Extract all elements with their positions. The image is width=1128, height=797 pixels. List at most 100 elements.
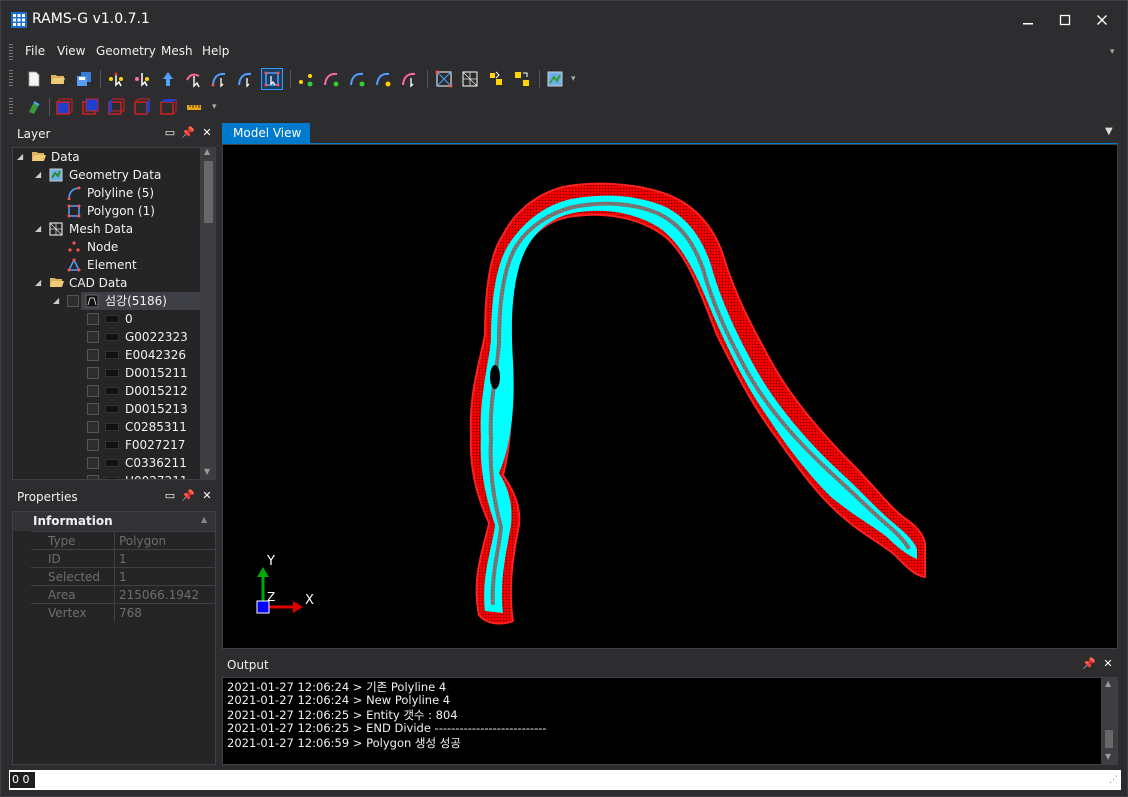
output-log[interactable]: 2021-01-27 12:06:24 > 기존 Polyline 4 2021-… (222, 677, 1118, 765)
river-mesh-drawing[interactable]: Y X Z (223, 145, 1117, 648)
layer-checkbox[interactable] (67, 295, 79, 307)
toolbar-grip[interactable] (9, 70, 13, 88)
close-button[interactable] (1087, 9, 1117, 31)
layer-checkbox[interactable] (87, 439, 99, 451)
layer-checkbox[interactable] (87, 367, 99, 379)
tree-item[interactable]: D0015211 (13, 364, 200, 382)
scroll-up-icon[interactable]: ▲ (204, 147, 210, 156)
tree-item[interactable]: E0042326 (13, 346, 200, 364)
tree-item[interactable]: ◢ CAD Data (13, 274, 200, 292)
mesh-grid-button[interactable] (459, 68, 481, 90)
layer-tree[interactable]: ◢ Data ◢ Geometry Data Polyline (5) Polygon (… (12, 147, 201, 480)
tree-item[interactable]: Node (13, 238, 200, 256)
tree-item[interactable]: C0285311 (13, 418, 200, 436)
scroll-down-icon[interactable]: ▼ (204, 467, 210, 476)
save-button[interactable] (73, 68, 95, 90)
pin-icon[interactable]: 📌 (1082, 657, 1096, 671)
property-category[interactable]: Information ▲ (13, 512, 215, 531)
expand-toggle-icon[interactable]: ◢ (53, 292, 59, 310)
scroll-down-icon[interactable]: ▼ (1105, 752, 1111, 761)
tree-item[interactable]: G0022323 (13, 328, 200, 346)
tree-item[interactable]: ◢ 섬강(5186) (13, 292, 200, 310)
model-view-canvas[interactable]: Y X Z (222, 144, 1118, 649)
tab-model-view[interactable]: Model View (222, 123, 310, 144)
property-row[interactable]: Vertex 768 (31, 603, 215, 622)
tree-item[interactable]: Element (13, 256, 200, 274)
new-file-button[interactable] (23, 68, 45, 90)
view-top-button[interactable] (157, 96, 179, 118)
collapse-icon[interactable]: ▲ (201, 515, 207, 524)
menu-geometry[interactable]: Geometry (96, 44, 156, 58)
tree-item[interactable]: H0027211 (13, 472, 200, 479)
edit-point-button[interactable] (183, 68, 205, 90)
expand-toggle-icon[interactable]: ◢ (17, 148, 23, 166)
layer-checkbox[interactable] (87, 457, 99, 469)
pin-icon[interactable]: 📌 (181, 126, 195, 140)
expand-toggle-icon[interactable]: ◢ (35, 166, 41, 184)
minimize-button[interactable] (1013, 9, 1043, 31)
property-row[interactable]: ID 1 (31, 549, 215, 568)
menu-file[interactable]: File (25, 44, 45, 58)
layer-checkbox[interactable] (87, 385, 99, 397)
toolbar-grip[interactable] (9, 98, 13, 116)
view-back-button[interactable] (79, 96, 101, 118)
menu-grip[interactable] (9, 44, 13, 60)
float-panel-icon[interactable]: ▭ (163, 126, 177, 140)
property-row[interactable]: Selected 1 (31, 567, 215, 586)
polyline-add-button[interactable] (321, 68, 343, 90)
layer-checkbox[interactable] (87, 349, 99, 361)
tree-item[interactable]: ◢ Geometry Data (13, 166, 200, 184)
select-node-button[interactable] (131, 68, 153, 90)
measure-button[interactable] (183, 96, 205, 118)
scroll-up-icon[interactable]: ▲ (1105, 679, 1111, 688)
layer-scroll-thumb[interactable] (204, 161, 213, 223)
resize-grip-icon[interactable]: ⋰ (1109, 775, 1118, 785)
close-panel-icon[interactable]: ✕ (200, 126, 214, 140)
open-folder-button[interactable] (47, 68, 69, 90)
tab-dropdown-icon[interactable]: ▼ (1105, 126, 1113, 137)
output-scrollbar[interactable]: ▲ ▼ (1101, 678, 1117, 764)
close-panel-icon[interactable]: ✕ (1101, 657, 1115, 671)
close-panel-icon[interactable]: ✕ (200, 489, 214, 503)
expand-toggle-icon[interactable]: ◢ (35, 220, 41, 238)
tree-item[interactable]: F0027217 (13, 436, 200, 454)
layer-checkbox[interactable] (87, 421, 99, 433)
menu-help[interactable]: Help (202, 44, 229, 58)
refresh-button[interactable] (23, 96, 45, 118)
node-renumber-button[interactable] (485, 68, 507, 90)
menu-mesh[interactable]: Mesh (161, 44, 193, 58)
element-renumber-button[interactable] (511, 68, 533, 90)
tree-item[interactable]: D0015212 (13, 382, 200, 400)
tree-item[interactable]: Polygon (1) (13, 202, 200, 220)
select-point-button[interactable] (105, 68, 127, 90)
menu-overflow-icon[interactable]: ▾ (1110, 47, 1115, 57)
title-bar[interactable]: RAMS-G v1.0.7.1 (1, 1, 1127, 39)
maximize-button[interactable] (1050, 9, 1080, 31)
select-arrow-button[interactable] (157, 68, 179, 90)
output-scroll-thumb[interactable] (1105, 730, 1113, 748)
property-row[interactable]: Type Polygon (31, 531, 215, 550)
layer-checkbox[interactable] (87, 403, 99, 415)
tree-item[interactable]: D0015213 (13, 400, 200, 418)
layer-checkbox[interactable] (87, 313, 99, 325)
tree-item[interactable]: Polyline (5) (13, 184, 200, 202)
polygon-select-button[interactable] (261, 68, 283, 90)
tree-item[interactable]: ◢ Data (13, 148, 200, 166)
view-left-button[interactable] (105, 96, 127, 118)
layer-checkbox[interactable] (87, 331, 99, 343)
add-node-button[interactable] (295, 68, 317, 90)
property-grid[interactable]: Information ▲ Type Polygon ID 1 Selected 1 Are… (12, 511, 216, 765)
map-view-button[interactable] (544, 68, 566, 90)
toolbar-overflow-icon[interactable]: ▾ (571, 74, 576, 84)
float-panel-icon[interactable]: ▭ (163, 489, 177, 503)
view-front-button[interactable] (53, 96, 75, 118)
polyline-edit-button[interactable] (235, 68, 257, 90)
layer-scrollbar[interactable]: ▲ ▼ (201, 147, 216, 480)
polyline-node-button[interactable] (209, 68, 231, 90)
polyline-move-button[interactable] (399, 68, 421, 90)
tree-item[interactable]: C0336211 (13, 454, 200, 472)
menu-view[interactable]: View (57, 44, 85, 58)
polyline-merge-button[interactable] (373, 68, 395, 90)
polyline-split-button[interactable] (347, 68, 369, 90)
tree-item[interactable]: 0 (13, 310, 200, 328)
